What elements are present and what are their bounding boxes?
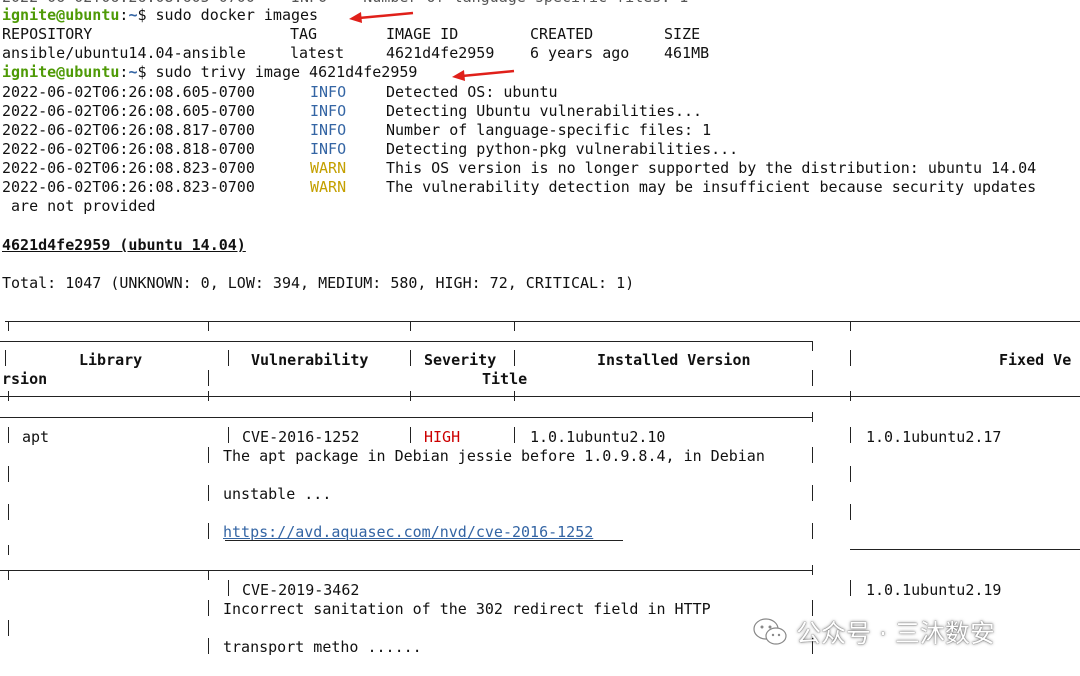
prompt-user: ignite@ubuntu bbox=[2, 63, 120, 81]
command-line-1: ignite@ubuntu:~$ sudo docker images bbox=[2, 6, 318, 25]
cell-library: apt bbox=[22, 428, 50, 446]
cell-vulnerability-id: CVE-2016-1252 bbox=[242, 428, 360, 446]
log-time: 2022-06-02T06:26:08.817-0700 bbox=[2, 121, 255, 139]
command-text: sudo trivy image 4621d4fe2959 bbox=[155, 63, 418, 81]
cell-title-line-1: The apt package in Debian jessie before … bbox=[223, 447, 765, 465]
cell-title-line-1: Incorrect sanitation of the 302 redirect… bbox=[223, 600, 711, 618]
prompt-dollar: $ bbox=[137, 6, 156, 24]
images-cell-repository: ansible/ubuntu14.04-ansible bbox=[2, 44, 246, 62]
watermark: 公众号 · 三沐数安 bbox=[752, 614, 995, 650]
cell-vulnerability-id: CVE-2019-3462 bbox=[242, 581, 360, 599]
log-time: 2022-06-02T06:26:08.818-0700 bbox=[2, 140, 255, 158]
log-message: Number of language-specific files: 1 bbox=[386, 121, 712, 139]
log-level-warn: WARN bbox=[310, 159, 347, 177]
watermark-text: 公众号 · 三沐数安 bbox=[796, 619, 995, 648]
log-level-warn: WARN bbox=[310, 178, 347, 196]
log-level-info: INFO bbox=[310, 121, 347, 139]
col-header-library: Library bbox=[79, 351, 143, 369]
images-cell-tag: latest bbox=[290, 44, 345, 62]
prompt-dollar: $ bbox=[137, 63, 156, 81]
col-header-fixed-version: Fixed Ve bbox=[999, 351, 1072, 369]
command-text: sudo docker images bbox=[155, 6, 319, 24]
images-header-id: IMAGE ID bbox=[386, 25, 459, 43]
log-message: The vulnerability detection may be insuf… bbox=[386, 178, 1037, 196]
col-header-title: Title bbox=[482, 370, 528, 388]
vulnerability-total: Total: 1047 (UNKNOWN: 0, LOW: 394, MEDIU… bbox=[2, 274, 635, 292]
log-level-info: INFO bbox=[310, 102, 347, 120]
images-header-tag: TAG bbox=[290, 25, 318, 43]
images-cell-size: 461MB bbox=[664, 44, 710, 62]
cell-title-line-2: unstable ... bbox=[223, 485, 332, 503]
col-header-fixed-version-wrap: rsion bbox=[2, 370, 48, 388]
log-continuation: are not provided bbox=[2, 197, 156, 215]
images-header-created: CREATED bbox=[530, 25, 594, 43]
images-header-size: SIZE bbox=[664, 25, 701, 43]
images-header-repository: REPOSITORY bbox=[2, 25, 93, 43]
col-header-installed-version: Installed Version bbox=[597, 351, 751, 369]
images-cell-id: 4621d4fe2959 bbox=[386, 44, 495, 62]
col-header-severity: Severity bbox=[424, 351, 497, 369]
log-message: Detecting python-pkg vulnerabilities... bbox=[386, 140, 739, 158]
wechat-icon bbox=[753, 618, 787, 645]
log-time: 2022-06-02T06:26:08.605-0700 bbox=[2, 102, 255, 120]
cell-title-line-2: transport metho ...... bbox=[223, 638, 422, 656]
log-message: This OS version is no longer supported b… bbox=[386, 159, 1037, 177]
command-line-2: ignite@ubuntu:~$ sudo trivy image 4621d4… bbox=[2, 63, 417, 82]
annotation-arrow-icon bbox=[452, 69, 515, 81]
cell-installed-version: 1.0.1ubuntu2.10 bbox=[530, 428, 666, 446]
log-time: 2022-06-02T06:26:08.605-0700 bbox=[2, 83, 255, 101]
log-time: 2022-06-02T06:26:08.823-0700 bbox=[2, 159, 255, 177]
log-time: 2022-06-02T06:26:08.823-0700 bbox=[2, 178, 255, 196]
log-level-info: INFO bbox=[310, 140, 347, 158]
cell-advisory-link[interactable]: https://avd.aquasec.com/nvd/cve-2016-125… bbox=[223, 523, 593, 542]
log-message: Detecting Ubuntu vulnerabilities... bbox=[386, 102, 703, 120]
cell-severity-high: HIGH bbox=[424, 428, 461, 446]
cell-fixed-version: 1.0.1ubuntu2.19 bbox=[866, 581, 1002, 599]
log-level-info: INFO bbox=[310, 83, 347, 101]
cell-fixed-version: 1.0.1ubuntu2.17 bbox=[866, 428, 1002, 446]
images-cell-created: 6 years ago bbox=[530, 44, 630, 62]
prompt-user: ignite@ubuntu bbox=[2, 6, 120, 24]
col-header-vulnerability: Vulnerability bbox=[251, 351, 369, 369]
scan-target-title: 4621d4fe2959 (ubuntu 14.04) bbox=[2, 236, 246, 254]
terminal-window[interactable]: 2022-06-02T06:26:08.605-0700 INFO Number… bbox=[0, 0, 1080, 676]
annotation-arrow-icon bbox=[349, 11, 414, 23]
